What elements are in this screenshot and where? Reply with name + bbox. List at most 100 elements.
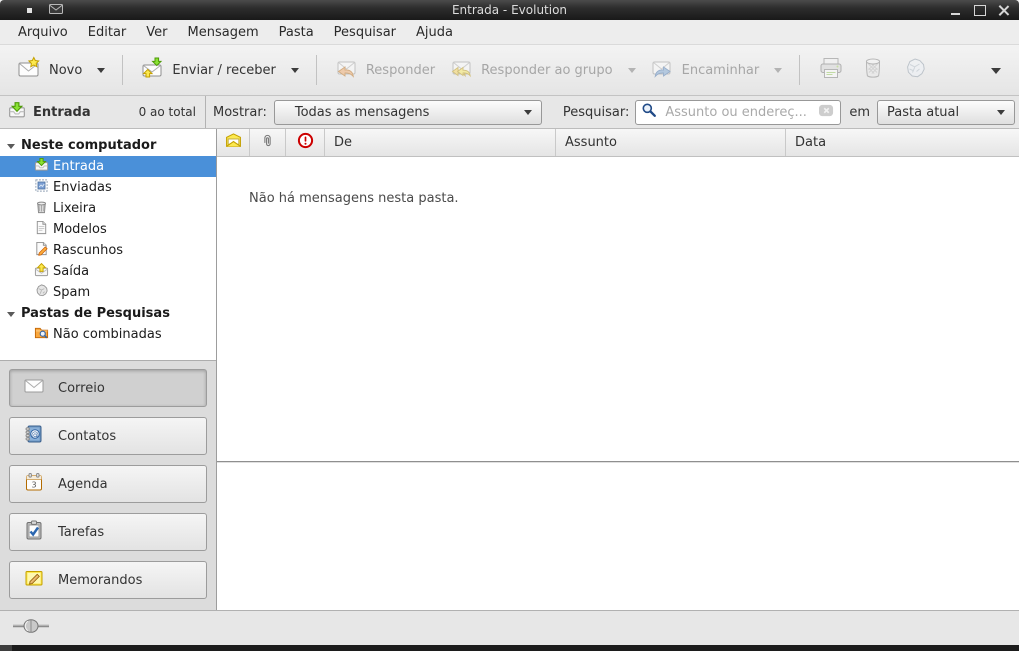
junk-button[interactable]	[894, 51, 936, 89]
current-folder-header: Entrada 0 ao total	[0, 96, 206, 128]
sent-icon	[34, 178, 49, 197]
folder-label: Enviadas	[53, 180, 112, 195]
expander-icon[interactable]	[7, 312, 15, 321]
folder-nao-combinadas[interactable]: Não combinadas	[0, 324, 216, 345]
current-folder-name: Entrada	[33, 105, 91, 120]
delete-button[interactable]	[852, 51, 894, 89]
folder-saida[interactable]: Saída	[0, 261, 216, 282]
new-button-label: Novo	[49, 63, 82, 78]
switcher-label: Agenda	[58, 477, 108, 492]
menu-editar[interactable]: Editar	[78, 22, 137, 43]
column-date-label: Data	[795, 135, 826, 150]
column-date[interactable]: Data	[786, 129, 1019, 156]
menu-pasta[interactable]: Pasta	[269, 22, 324, 43]
clear-search-icon[interactable]	[818, 103, 835, 122]
switcher-correio[interactable]: Correio	[9, 369, 207, 407]
show-label: Mostrar:	[213, 105, 267, 120]
svg-text:3: 3	[31, 481, 36, 490]
toolbar-separator	[122, 55, 123, 85]
column-from[interactable]: De	[325, 129, 556, 156]
inbox-icon	[34, 157, 49, 176]
menubar: Arquivo Editar Ver Mensagem Pasta Pesqui…	[0, 20, 1019, 45]
tasks-icon	[23, 519, 45, 545]
message-count: 0 ao total	[139, 105, 205, 119]
content-area: Neste computador Entrada Enviadas	[0, 129, 1019, 610]
show-filter-dropdown[interactable]: Todas as mensagens	[274, 100, 542, 125]
toolbar-separator	[316, 55, 317, 85]
delete-icon	[860, 55, 886, 85]
switcher-contatos[interactable]: @ Contatos	[9, 417, 207, 455]
attachment-icon	[260, 133, 275, 153]
mail-icon	[23, 375, 45, 401]
forward-dropdown-arrow[interactable]	[774, 68, 782, 77]
window-menu-bullet[interactable]	[27, 8, 32, 13]
menu-mensagem[interactable]: Mensagem	[178, 22, 269, 43]
menu-arquivo[interactable]: Arquivo	[8, 22, 78, 43]
folder-modelos[interactable]: Modelos	[0, 219, 216, 240]
close-button[interactable]	[997, 4, 1010, 17]
column-subject[interactable]: Assunto	[556, 129, 786, 156]
send-receive-icon	[140, 56, 164, 84]
folder-entrada[interactable]: Entrada	[0, 156, 216, 177]
new-button[interactable]: Novo	[10, 51, 112, 89]
menu-pesquisar[interactable]: Pesquisar	[324, 22, 406, 43]
folder-enviadas[interactable]: Enviadas	[0, 177, 216, 198]
reply-icon	[334, 56, 358, 84]
window-title: Entrada - Evolution	[0, 3, 1019, 17]
folder-lixeira[interactable]: Lixeira	[0, 198, 216, 219]
folder-label: Modelos	[53, 222, 107, 237]
column-important[interactable]	[286, 129, 325, 156]
important-icon	[297, 132, 314, 153]
toolbar-overflow-arrow[interactable]	[991, 68, 1001, 79]
search-scope-value: Pasta atual	[887, 105, 959, 120]
print-button[interactable]	[810, 51, 852, 89]
reply-group-label: Responder ao grupo	[481, 63, 613, 78]
switcher-memorandos[interactable]: Memorandos	[9, 561, 207, 599]
minimize-button[interactable]	[949, 4, 962, 17]
search-input[interactable]	[663, 104, 812, 121]
search-entry[interactable]	[635, 100, 841, 125]
folder-label: Entrada	[53, 159, 104, 174]
reply-button[interactable]: Responder	[327, 51, 442, 89]
search-folder-icon	[34, 325, 49, 344]
new-mail-icon	[17, 56, 41, 84]
send-receive-dropdown-arrow[interactable]	[291, 68, 299, 77]
column-subject-label: Assunto	[565, 135, 617, 150]
folder-label: Rascunhos	[53, 243, 123, 258]
folder-rascunhos[interactable]: Rascunhos	[0, 240, 216, 261]
folder-spam[interactable]: Spam	[0, 282, 216, 303]
menu-ajuda[interactable]: Ajuda	[406, 22, 463, 43]
menu-ver[interactable]: Ver	[136, 22, 177, 43]
column-attachment[interactable]	[250, 129, 286, 156]
forward-button[interactable]: Encaminhar	[643, 51, 790, 89]
online-status-icon[interactable]	[12, 618, 50, 638]
calendar-icon: 3	[23, 471, 45, 497]
switcher-tarefas[interactable]: Tarefas	[9, 513, 207, 551]
window-envelope-icon	[49, 3, 63, 17]
new-dropdown-arrow[interactable]	[97, 68, 105, 77]
send-receive-button[interactable]: Enviar / receber	[133, 51, 306, 89]
empty-folder-message: Não há mensagens nesta pasta.	[217, 157, 1019, 206]
resize-grip[interactable]	[0, 645, 12, 651]
folder-label: Saída	[53, 264, 89, 279]
tree-group-this-computer[interactable]: Neste computador	[0, 135, 216, 156]
switcher-label: Correio	[58, 381, 105, 396]
toolbar: Novo Enviar / receber Responder Responde…	[0, 45, 1019, 96]
expander-icon[interactable]	[7, 144, 15, 153]
sidebar: Neste computador Entrada Enviadas	[0, 129, 217, 610]
switcher-agenda[interactable]: 3 Agenda	[9, 465, 207, 503]
maximize-button[interactable]	[973, 4, 986, 17]
send-receive-label: Enviar / receber	[172, 63, 276, 78]
reply-group-dropdown-arrow[interactable]	[628, 68, 636, 77]
column-message-status[interactable]	[217, 129, 250, 156]
titlebar: Entrada - Evolution	[0, 0, 1019, 20]
junk-icon	[902, 55, 928, 85]
tree-group-label: Neste computador	[21, 138, 156, 153]
message-list[interactable]: Não há mensagens nesta pasta.	[217, 157, 1019, 461]
show-filter-value: Todas as mensagens	[295, 105, 430, 120]
forward-label: Encaminhar	[682, 63, 760, 78]
tree-group-search-folders[interactable]: Pastas de Pesquisas	[0, 303, 216, 324]
templates-icon	[34, 220, 49, 239]
search-scope-dropdown[interactable]: Pasta atual	[877, 100, 1015, 125]
reply-group-button[interactable]: Responder ao grupo	[442, 51, 643, 89]
